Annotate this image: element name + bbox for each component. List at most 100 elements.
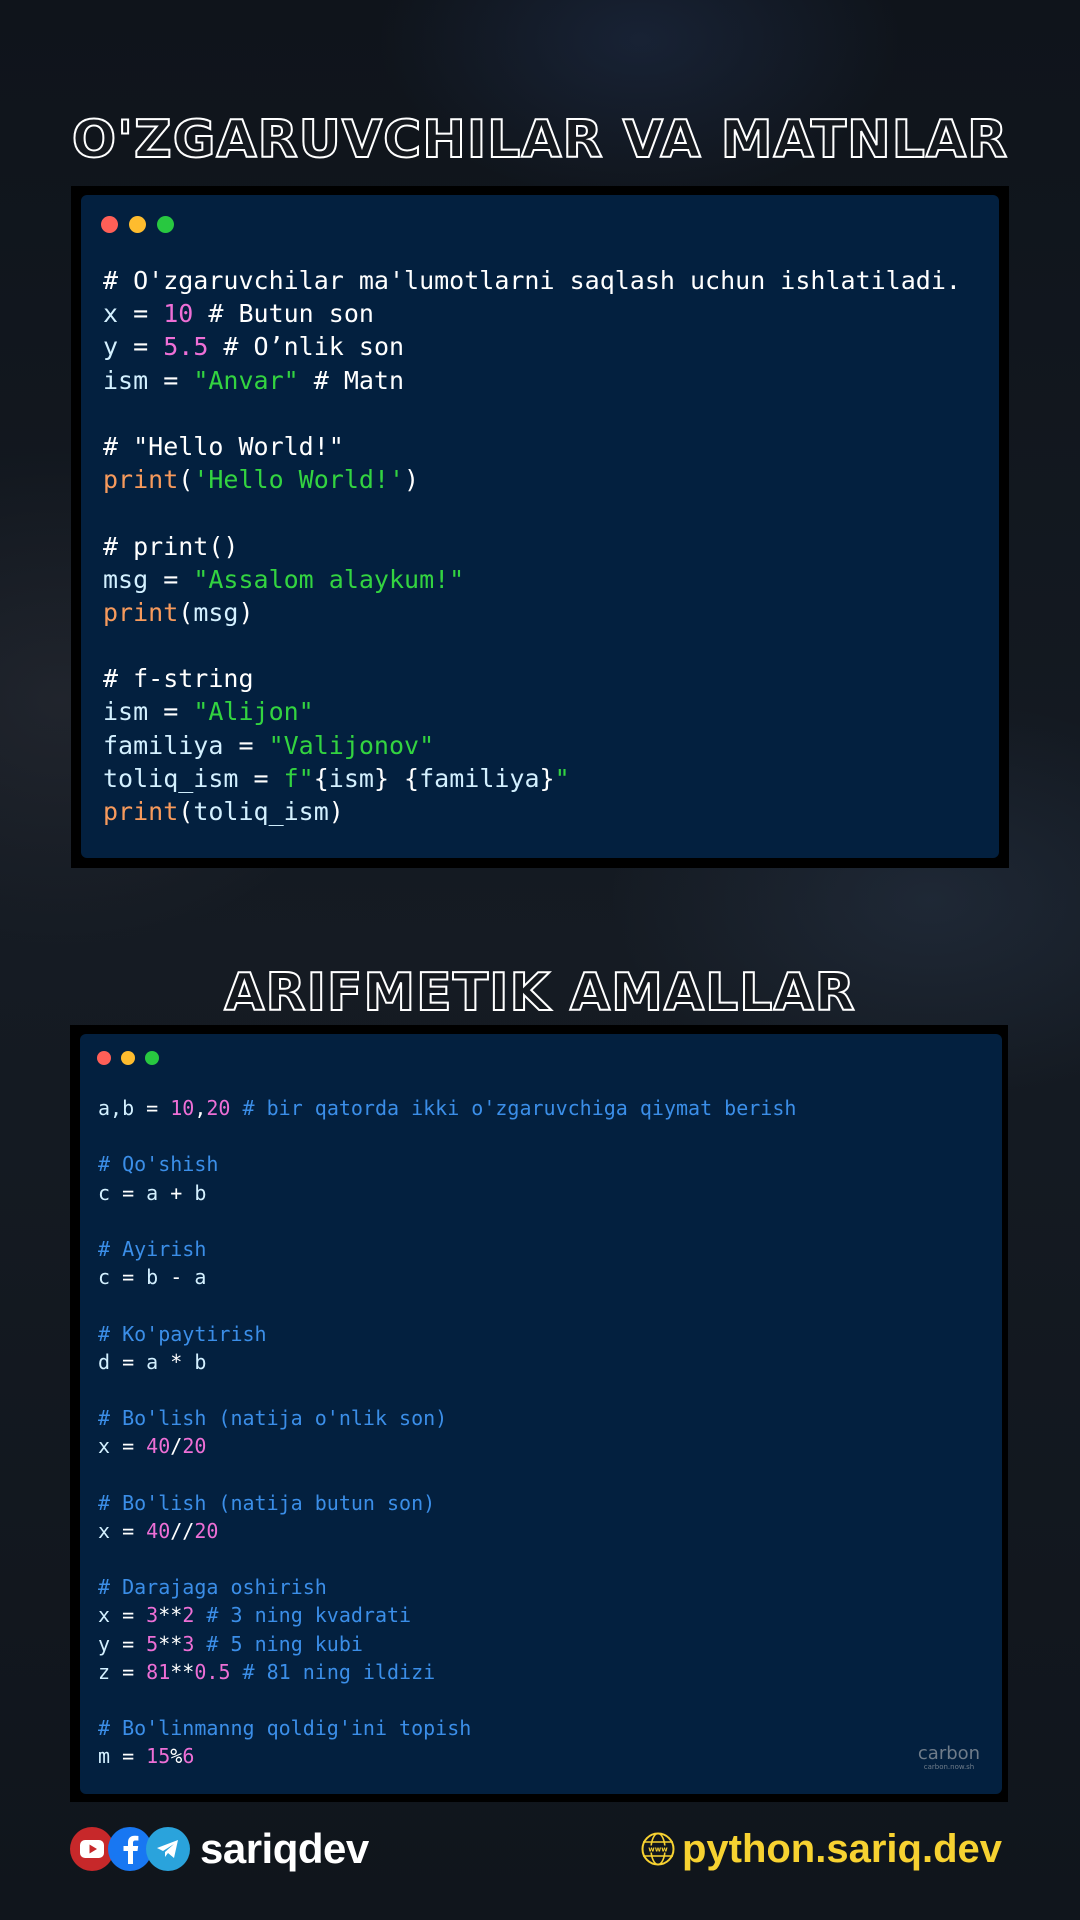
code-operator: , [194, 1096, 207, 1120]
code-comment: # Ayirish [98, 1236, 207, 1261]
code-line: # Ko'paytirish [98, 1320, 796, 1348]
code-operator: * [158, 1349, 195, 1374]
carbon-url: carbon.now.sh [923, 1763, 975, 1771]
code-comment: # Darajaga oshirish [98, 1575, 327, 1600]
code-operator: + [158, 1180, 195, 1205]
code-line: a,b = 10,20 # bir qatorda ikki o'zgaruvc… [98, 1094, 796, 1122]
code-operator: ( [178, 597, 194, 627]
code-number: 20 [206, 1096, 231, 1120]
code-variable: x [98, 1518, 111, 1543]
code-number: 0.5 [194, 1659, 231, 1684]
code-line: c = a + b [98, 1179, 796, 1207]
globe-icon: www [641, 1832, 675, 1866]
code-number: 2 [182, 1603, 195, 1628]
code-comment: # Matn [298, 365, 405, 395]
code-comment: # O'zgaruvchilar ma'lumotlarni saqlash u… [103, 266, 961, 295]
code-line: # Darajaga oshirish [98, 1573, 796, 1601]
code-variable: c [98, 1180, 111, 1205]
code-comment: # Bo'linmanng qoldig'ini topish [98, 1716, 472, 1741]
code-number: 20 [194, 1518, 219, 1543]
code-line: z = 81**0.5 # 81 ning ildizi [98, 1658, 796, 1686]
code-block-arithmetic: a,b = 10,20 # bir qatorda ikki o'zgaruvc… [98, 1094, 796, 1771]
code-operator: ** [170, 1659, 195, 1684]
code-operator: = [110, 1659, 147, 1684]
code-line: toliq_ism = f"{ism} {familiya}" [103, 762, 961, 795]
code-line: # "Hello World!" [103, 430, 961, 463]
code-line: y = 5**3 # 5 ning kubi [98, 1630, 796, 1658]
code-line: print(toliq_ism) [103, 795, 961, 828]
code-operator: ) [328, 797, 344, 826]
code-variable: ism [103, 697, 149, 727]
code-number: 10 [163, 299, 194, 329]
code-line: # print() [103, 530, 961, 563]
code-operator: ( [178, 465, 194, 495]
code-comment: # 3 ning kvadrati [194, 1603, 412, 1628]
code-variable: a,b [98, 1096, 135, 1120]
code-number: 40 [146, 1518, 171, 1543]
code-number: 40 [146, 1434, 171, 1459]
code-operator: = [110, 1180, 147, 1205]
code-variable: b [194, 1180, 207, 1205]
code-line: # Qo'shish [98, 1150, 796, 1178]
window-controls [101, 216, 174, 233]
code-block-variables: # O'zgaruvchilar ma'lumotlarni saqlash u… [103, 264, 961, 828]
code-line: # O'zgaruvchilar ma'lumotlarni saqlash u… [103, 264, 961, 297]
code-operator: ( [178, 797, 194, 826]
code-operator: = [134, 1096, 171, 1120]
code-comment: # Qo'shish [98, 1152, 219, 1177]
code-operator: / [170, 1434, 183, 1459]
carbon-watermark: carbon carbon.now.sh [915, 1745, 983, 1772]
code-operator: = [148, 697, 194, 727]
code-variable: y [98, 1631, 111, 1656]
code-string: f" [283, 763, 314, 793]
code-comment: # Ko'paytirish [98, 1321, 267, 1346]
code-variable: x [98, 1603, 111, 1628]
minimize-dot-icon [129, 216, 146, 233]
website-url[interactable]: python.sariq.dev [682, 1827, 1002, 1872]
code-comment: # bir qatorda ikki o'zgaruvchiga qiymat … [230, 1096, 797, 1120]
code-operator: } [539, 763, 555, 793]
code-operator: = [110, 1744, 147, 1769]
code-operator: = [238, 763, 284, 793]
website-link[interactable]: www python.sariq.dev [640, 1825, 1002, 1873]
code-number: 5.5 [163, 332, 209, 362]
code-operator: ) [238, 597, 254, 627]
code-number: 20 [182, 1434, 207, 1459]
code-comment: # Butun son [193, 299, 374, 329]
code-operator: = [110, 1349, 147, 1374]
code-operator: ** [158, 1603, 183, 1628]
code-variable: a [194, 1265, 207, 1290]
code-line: familiya = "Valijonov" [103, 729, 961, 762]
code-variable: familiya [103, 730, 224, 760]
code-line: c = b - a [98, 1263, 796, 1291]
code-variable: b [194, 1349, 207, 1374]
code-operator: // [170, 1518, 195, 1543]
code-operator: % [170, 1744, 183, 1769]
code-operator: = [118, 299, 164, 329]
code-variable: msg [103, 564, 149, 594]
code-operator: ) [404, 465, 420, 495]
code-variable: m [98, 1744, 111, 1769]
code-variable: x [98, 1434, 111, 1459]
code-variable: toliq_ism [193, 797, 329, 826]
code-variable: x [103, 299, 119, 329]
code-string: "Valijonov" [268, 730, 435, 760]
close-dot-icon [97, 1051, 111, 1065]
code-variable: msg [193, 597, 239, 627]
code-line: # f-string [103, 662, 961, 695]
code-comment: # print() [103, 531, 239, 561]
code-line: # Bo'lish (natija butun son) [98, 1489, 796, 1517]
code-comment: # O’nlik son [208, 332, 405, 362]
code-variable: familiya [419, 763, 540, 793]
code-operator: = [110, 1603, 147, 1628]
telegram-icon[interactable] [146, 1827, 190, 1871]
code-operator: = [110, 1434, 147, 1459]
code-operator: = [110, 1631, 147, 1656]
